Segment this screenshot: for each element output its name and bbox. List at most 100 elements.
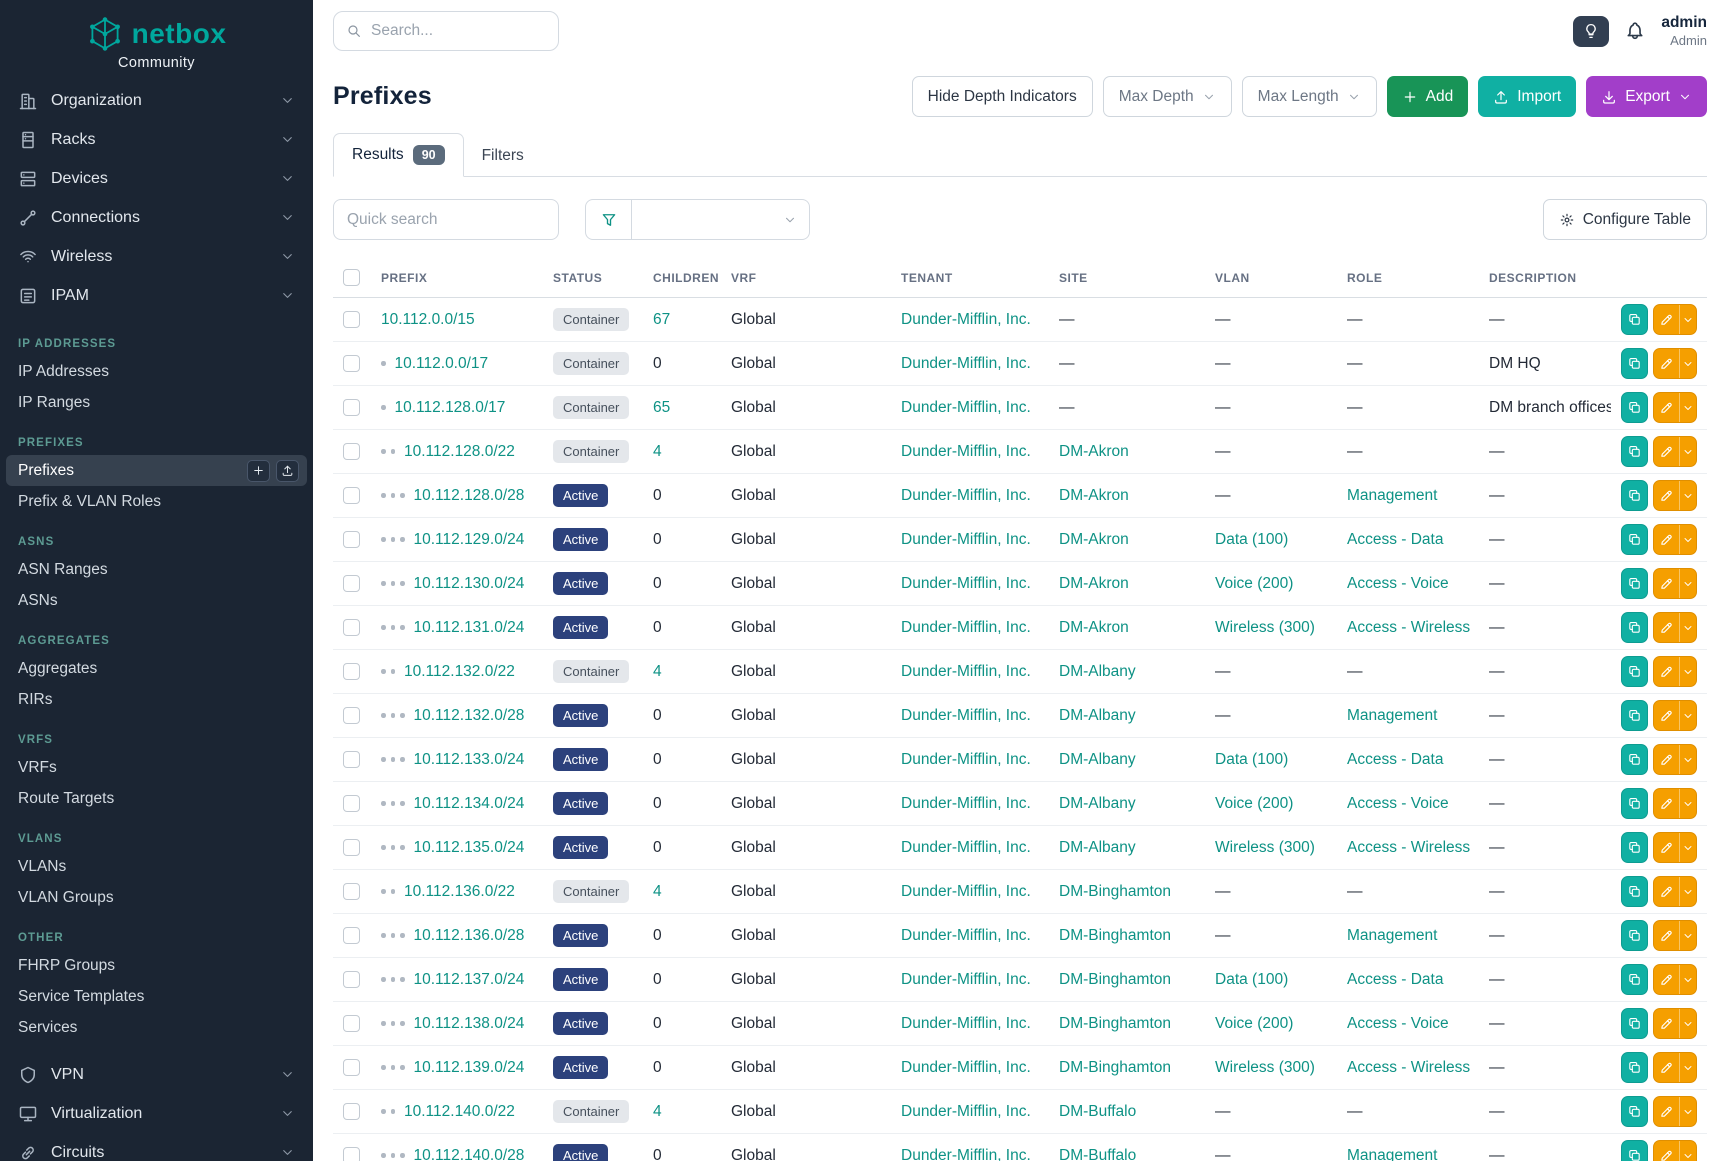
site-link[interactable]: DM-Akron	[1059, 575, 1129, 592]
column-header-tenant[interactable]: TENANT	[891, 256, 1049, 298]
edit-button[interactable]	[1654, 569, 1679, 598]
edit-button[interactable]	[1654, 305, 1679, 334]
clone-button[interactable]	[1621, 876, 1648, 907]
children-count[interactable]: 4	[653, 883, 662, 900]
clone-button[interactable]	[1621, 920, 1648, 951]
sidebar-item-vlan-groups[interactable]: VLAN Groups	[6, 882, 307, 913]
row-checkbox[interactable]	[343, 971, 360, 988]
prefix-link[interactable]: 10.112.138.0/24	[414, 1015, 525, 1032]
role-link[interactable]: Access - Voice	[1347, 575, 1449, 592]
clone-button[interactable]	[1621, 788, 1648, 819]
prefix-link[interactable]: 10.112.132.0/28	[414, 707, 525, 724]
column-header-status[interactable]: STATUS	[543, 256, 643, 298]
theme-toggle-button[interactable]	[1573, 16, 1609, 47]
sidebar-item-ip-addresses[interactable]: IP Addresses	[6, 356, 307, 387]
quick-search-input[interactable]	[333, 199, 559, 240]
site-link[interactable]: DM-Akron	[1059, 443, 1129, 460]
children-count[interactable]: 65	[653, 399, 670, 416]
clone-button[interactable]	[1621, 612, 1648, 643]
tenant-link[interactable]: Dunder-Mifflin, Inc.	[901, 751, 1031, 768]
tenant-link[interactable]: Dunder-Mifflin, Inc.	[901, 355, 1031, 372]
tenant-link[interactable]: Dunder-Mifflin, Inc.	[901, 1015, 1031, 1032]
row-checkbox[interactable]	[343, 1059, 360, 1076]
brand[interactable]: netbox Community	[0, 0, 313, 77]
tenant-link[interactable]: Dunder-Mifflin, Inc.	[901, 487, 1031, 504]
site-link[interactable]: DM-Buffalo	[1059, 1103, 1136, 1120]
edit-button[interactable]	[1654, 613, 1679, 642]
tenant-link[interactable]: Dunder-Mifflin, Inc.	[901, 531, 1031, 548]
site-link[interactable]: DM-Albany	[1059, 751, 1136, 768]
quick-add-button[interactable]	[247, 460, 270, 482]
row-checkbox[interactable]	[343, 355, 360, 372]
column-header-vlan[interactable]: VLAN	[1205, 256, 1337, 298]
column-header-vrf[interactable]: VRF	[721, 256, 891, 298]
tenant-link[interactable]: Dunder-Mifflin, Inc.	[901, 399, 1031, 416]
edit-button[interactable]	[1654, 657, 1679, 686]
edit-button[interactable]	[1654, 1009, 1679, 1038]
edit-dropdown-button[interactable]	[1679, 657, 1696, 686]
site-link[interactable]: DM-Akron	[1059, 487, 1129, 504]
sidebar-item-route-targets[interactable]: Route Targets	[6, 783, 307, 814]
edit-dropdown-button[interactable]	[1679, 789, 1696, 818]
tenant-link[interactable]: Dunder-Mifflin, Inc.	[901, 927, 1031, 944]
edit-button[interactable]	[1654, 701, 1679, 730]
edit-dropdown-button[interactable]	[1679, 437, 1696, 466]
clone-button[interactable]	[1621, 392, 1648, 423]
edit-button[interactable]	[1654, 965, 1679, 994]
row-checkbox[interactable]	[343, 1015, 360, 1032]
tab-results[interactable]: Results 90	[333, 133, 464, 177]
export-dropdown-button[interactable]: Export	[1586, 76, 1707, 117]
vlan-link[interactable]: Data (100)	[1215, 971, 1288, 988]
prefix-link[interactable]: 10.112.140.0/28	[414, 1147, 525, 1161]
vlan-link[interactable]: Data (100)	[1215, 751, 1288, 768]
column-header-children[interactable]: CHILDREN	[643, 256, 721, 298]
clone-button[interactable]	[1621, 568, 1648, 599]
sidebar-item-aggregates[interactable]: Aggregates	[6, 653, 307, 684]
prefix-link[interactable]: 10.112.128.0/17	[395, 399, 506, 416]
role-link[interactable]: Management	[1347, 927, 1437, 944]
clone-button[interactable]	[1621, 304, 1648, 335]
import-button[interactable]: Import	[1478, 76, 1576, 117]
edit-dropdown-button[interactable]	[1679, 393, 1696, 422]
prefix-link[interactable]: 10.112.128.0/22	[404, 443, 515, 460]
quick-import-button[interactable]	[276, 460, 299, 482]
site-link[interactable]: DM-Buffalo	[1059, 1147, 1136, 1161]
row-checkbox[interactable]	[343, 839, 360, 856]
tenant-link[interactable]: Dunder-Mifflin, Inc.	[901, 971, 1031, 988]
prefix-link[interactable]: 10.112.133.0/24	[414, 751, 525, 768]
clone-button[interactable]	[1621, 832, 1648, 863]
edit-dropdown-button[interactable]	[1679, 1097, 1696, 1126]
site-link[interactable]: DM-Binghamton	[1059, 1059, 1171, 1076]
edit-dropdown-button[interactable]	[1679, 1141, 1696, 1161]
edit-button[interactable]	[1654, 393, 1679, 422]
prefix-link[interactable]: 10.112.128.0/28	[414, 487, 525, 504]
edit-button[interactable]	[1654, 877, 1679, 906]
edit-button[interactable]	[1654, 745, 1679, 774]
vlan-link[interactable]: Wireless (300)	[1215, 619, 1315, 636]
edit-button[interactable]	[1654, 1053, 1679, 1082]
row-checkbox[interactable]	[343, 487, 360, 504]
sidebar-item-connections[interactable]: Connections	[0, 198, 313, 237]
row-checkbox[interactable]	[343, 619, 360, 636]
clone-button[interactable]	[1621, 656, 1648, 687]
prefix-link[interactable]: 10.112.0.0/17	[395, 355, 489, 372]
edit-dropdown-button[interactable]	[1679, 1053, 1696, 1082]
prefix-link[interactable]: 10.112.132.0/22	[404, 663, 515, 680]
role-link[interactable]: Access - Data	[1347, 971, 1443, 988]
column-header-prefix[interactable]: PREFIX	[371, 256, 543, 298]
vlan-link[interactable]: Wireless (300)	[1215, 1059, 1315, 1076]
prefix-link[interactable]: 10.112.135.0/24	[414, 839, 525, 856]
edit-dropdown-button[interactable]	[1679, 965, 1696, 994]
clone-button[interactable]	[1621, 1140, 1648, 1161]
site-link[interactable]: DM-Akron	[1059, 531, 1129, 548]
vlan-link[interactable]: Voice (200)	[1215, 1015, 1293, 1032]
clone-button[interactable]	[1621, 348, 1648, 379]
sidebar-item-vlans[interactable]: VLANs	[6, 851, 307, 882]
sidebar-item-ipam[interactable]: IPAM	[0, 276, 313, 315]
prefix-link[interactable]: 10.112.139.0/24	[414, 1059, 525, 1076]
filter-funnel-button[interactable]	[585, 199, 632, 240]
edit-dropdown-button[interactable]	[1679, 877, 1696, 906]
sidebar-item-vrfs[interactable]: VRFs	[6, 752, 307, 783]
edit-dropdown-button[interactable]	[1679, 569, 1696, 598]
edit-dropdown-button[interactable]	[1679, 833, 1696, 862]
